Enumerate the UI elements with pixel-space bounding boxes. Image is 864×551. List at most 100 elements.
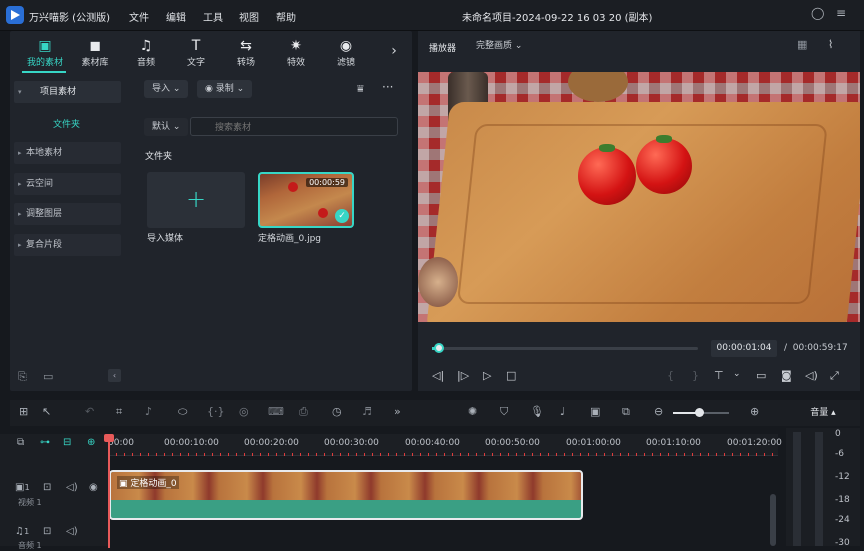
fullscreen-icon[interactable]: ⤢	[830, 369, 839, 383]
collapse-sidebar-button[interactable]: ‹	[108, 369, 121, 382]
menu-tools[interactable]: 工具	[203, 9, 223, 24]
filter-icon[interactable]: ⩸	[357, 82, 364, 96]
record-dropdown[interactable]: ◉ 录制 ⌄	[197, 80, 253, 98]
timeline-scrollbar[interactable]	[770, 494, 776, 546]
select-tool-icon[interactable]: ↖	[42, 405, 51, 418]
snap-icon[interactable]: ⊟	[63, 437, 71, 448]
cutting-board	[425, 102, 860, 322]
layout-icon[interactable]: ⊞	[19, 405, 28, 418]
tab-my-media[interactable]: ▣ 我的素材	[22, 37, 68, 68]
audio-edit-icon[interactable]: ♪	[145, 405, 152, 418]
display-icon[interactable]: ▭	[756, 369, 766, 382]
section-title: 文件夹	[145, 152, 173, 162]
eye-icon[interactable]: ◉	[89, 482, 98, 493]
menu-file[interactable]: 文件	[129, 9, 149, 24]
video-clip[interactable]: ▣ 定格动画_0	[109, 470, 583, 520]
tree-item-adjustment-layer[interactable]: ▸ 调整图层	[14, 203, 121, 225]
player-tab[interactable]: 播放器	[429, 41, 456, 54]
playhead-handle[interactable]	[104, 434, 114, 442]
filter-icon: ◉	[339, 38, 353, 54]
mask-icon[interactable]: ⬭	[178, 405, 187, 419]
more-icon[interactable]: ···	[382, 80, 393, 94]
play-icon[interactable]: ▷	[483, 369, 491, 382]
expand-arrow-icon: ▾	[18, 88, 22, 96]
import-dropdown[interactable]: 导入 ⌄	[144, 80, 189, 98]
tab-audio[interactable]: ♫ 音频	[123, 37, 169, 68]
waveform-icon[interactable]: ⌇	[828, 38, 833, 51]
clip-frames	[111, 472, 581, 500]
toy-figure	[418, 257, 458, 307]
lock-icon[interactable]: ⊡	[43, 526, 51, 537]
stop-icon[interactable]: □	[506, 369, 516, 382]
menu-view[interactable]: 视图	[239, 9, 259, 24]
media-thumbnail[interactable]: 00:00:59 ✓	[258, 172, 354, 228]
active-tab-indicator	[22, 71, 66, 73]
video-preview[interactable]	[418, 72, 860, 322]
mark-in-icon[interactable]: {	[667, 369, 674, 382]
search-input[interactable]	[190, 117, 398, 136]
more-tools-icon[interactable]: »	[394, 405, 401, 418]
tree-item-compound-clip[interactable]: ▸ 复合片段	[14, 234, 121, 256]
zoom-in-icon[interactable]: ⊕	[750, 405, 759, 418]
crop-icon[interactable]: ⌗	[116, 405, 122, 419]
split-icon[interactable]: {·}	[207, 405, 225, 418]
mark-out-icon[interactable]: }	[692, 369, 699, 382]
snapshot-icon[interactable]: ⧉	[622, 405, 630, 419]
speed-icon[interactable]: ◷	[332, 405, 342, 418]
audio-stretch-icon[interactable]: ♬	[362, 405, 372, 418]
ripple-icon[interactable]: ⊕	[87, 437, 95, 448]
menu-edit[interactable]: 编辑	[166, 9, 186, 24]
keyframe-icon[interactable]: ◎	[239, 405, 249, 418]
ai-icon[interactable]: ⎙	[299, 405, 308, 419]
tab-transitions[interactable]: ⇆ 转场	[223, 37, 269, 68]
folder-icon[interactable]: ▭	[43, 370, 53, 383]
menu-icon[interactable]: ≡	[836, 6, 846, 20]
ruler-ticks	[108, 453, 778, 456]
tab-effects[interactable]: ✷ 特效	[273, 37, 319, 68]
menu-help[interactable]: 帮助	[276, 9, 296, 24]
tree-item-project-media[interactable]: ▾ 项目素材	[14, 81, 121, 103]
grid-view-icon[interactable]: ▦	[797, 38, 807, 51]
image-icon: ▣	[119, 479, 128, 489]
play-forward-icon[interactable]: |▷	[457, 369, 469, 382]
clip-icon[interactable]: ▣	[590, 405, 600, 418]
zoom-out-icon[interactable]: ⊖	[654, 405, 663, 418]
mute-icon[interactable]: ◁)	[66, 482, 78, 493]
chevron-down-icon[interactable]: ⌄	[733, 369, 741, 379]
link-icon[interactable]: ⊶	[40, 437, 50, 448]
tree-folder-item[interactable]: 文件夹	[53, 117, 80, 130]
current-timecode[interactable]: 00:00:01:04	[711, 340, 777, 357]
tab-text[interactable]: T 文字	[173, 37, 219, 68]
playhead[interactable]	[108, 438, 110, 548]
scrubber-handle[interactable]	[434, 343, 444, 353]
microphone-icon[interactable]: 🎙	[530, 405, 544, 418]
volume-label[interactable]: 音量 ▴	[786, 400, 860, 426]
tree-item-cloud[interactable]: ▸ 云空间	[14, 173, 121, 195]
import-media-button[interactable]: +	[147, 172, 245, 228]
add-track-icon[interactable]: ⧉	[17, 437, 24, 448]
zoom-slider-handle[interactable]	[695, 408, 704, 417]
camera-icon[interactable]: ◙	[781, 369, 792, 382]
sort-dropdown[interactable]: 默认 ⌄	[144, 118, 189, 136]
tabs-next-button[interactable]: ›	[380, 43, 408, 59]
render-icon[interactable]: ✺	[468, 405, 477, 418]
project-title: 未命名项目-2024-09-22 16 03 20 (副本)	[462, 13, 653, 24]
tree-item-local-media[interactable]: ▸ 本地素材	[14, 142, 121, 164]
playback-scrubber[interactable]	[432, 347, 698, 350]
step-back-icon[interactable]: ◁|	[432, 369, 444, 382]
mute-icon[interactable]: ◁)	[66, 526, 78, 537]
clip-label: ▣ 定格动画_0	[117, 476, 179, 489]
status-circle-icon[interactable]: ◯	[811, 6, 824, 20]
shield-icon[interactable]: ⛉	[500, 405, 508, 419]
app-logo-icon	[6, 6, 24, 24]
marker-icon[interactable]: ⊤	[714, 369, 724, 382]
tab-filters[interactable]: ◉ 滤镜	[323, 37, 369, 68]
music-icon[interactable]: ♩	[560, 405, 565, 418]
speech-icon[interactable]: ⌨	[268, 405, 284, 418]
lock-icon[interactable]: ⊡	[43, 482, 51, 493]
new-folder-icon[interactable]: ⎘	[18, 370, 27, 384]
quality-dropdown[interactable]: 完整画质 ⌄	[468, 37, 531, 55]
volume-icon[interactable]: ◁)	[805, 369, 818, 382]
tab-stock-media[interactable]: ◼ 素材库	[72, 37, 118, 68]
undo-icon[interactable]: ↶	[85, 405, 94, 418]
